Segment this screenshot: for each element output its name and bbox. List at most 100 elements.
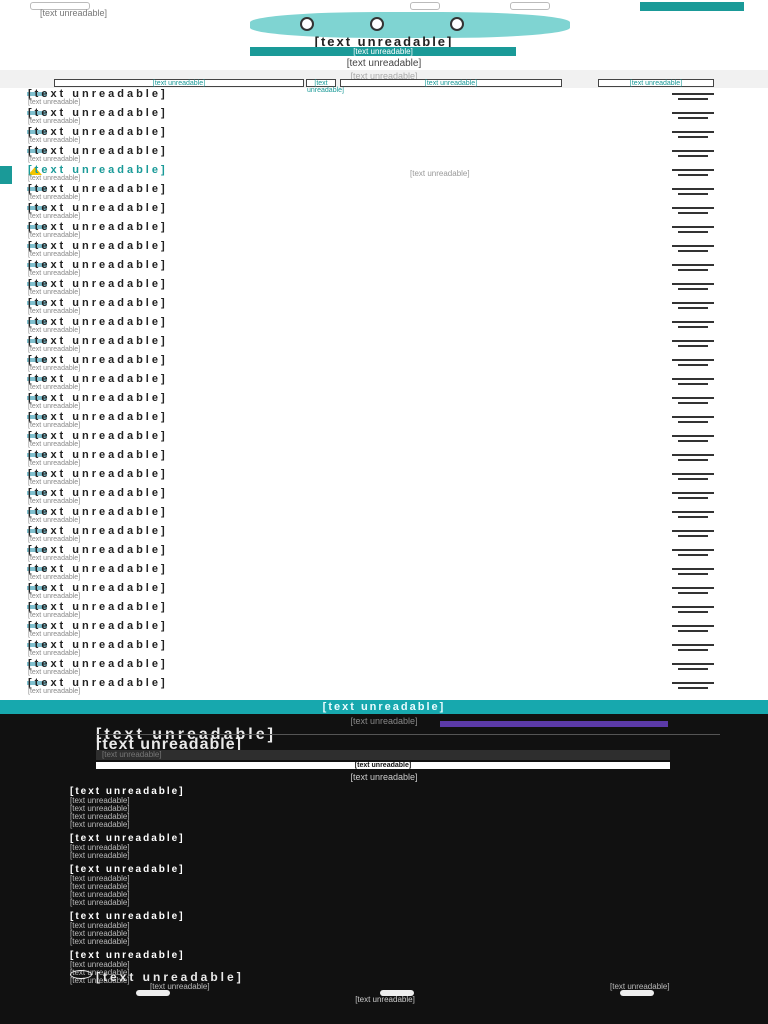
add-to-cart-icon[interactable] bbox=[672, 530, 714, 539]
add-to-cart-icon[interactable] bbox=[672, 302, 714, 311]
add-to-cart-icon[interactable] bbox=[672, 378, 714, 387]
add-to-cart-icon[interactable] bbox=[672, 549, 714, 558]
add-to-cart-icon[interactable] bbox=[672, 188, 714, 197]
email-input[interactable]: [text unreadable] bbox=[96, 750, 670, 760]
add-to-cart-icon[interactable] bbox=[672, 359, 714, 368]
domain-result-row[interactable]: [text unreadable] [text unreadable] bbox=[0, 430, 768, 449]
add-to-cart-icon[interactable] bbox=[672, 568, 714, 577]
domain-name[interactable]: [text unreadable] bbox=[28, 202, 168, 214]
domain-name[interactable]: [text unreadable] bbox=[28, 183, 168, 195]
domain-result-row[interactable]: [text unreadable] [text unreadable] bbox=[0, 582, 768, 601]
domain-result-row[interactable]: [text unreadable] [text unreadable] bbox=[0, 373, 768, 392]
add-to-cart-icon[interactable] bbox=[672, 435, 714, 444]
domain-name[interactable]: [text unreadable] bbox=[28, 107, 168, 119]
domain-result-row[interactable]: [text unreadable] [text unreadable] bbox=[0, 525, 768, 544]
add-to-cart-icon[interactable] bbox=[672, 131, 714, 140]
domain-name[interactable]: [text unreadable] bbox=[28, 240, 168, 252]
domain-result-row[interactable]: [text unreadable] [text unreadable] bbox=[0, 183, 768, 202]
tab-2[interactable] bbox=[410, 2, 440, 10]
help-bar[interactable]: [text unreadable] bbox=[0, 700, 768, 714]
domain-name[interactable]: [text unreadable] bbox=[28, 430, 168, 442]
signup-button[interactable]: [text unreadable] bbox=[96, 762, 670, 769]
domain-name[interactable]: [text unreadable] bbox=[28, 468, 168, 480]
domain-result-row[interactable]: [text unreadable] [text unreadable] bbox=[0, 278, 768, 297]
domain-result-row[interactable]: [text unreadable] [text unreadable] bbox=[0, 544, 768, 563]
footer-link[interactable]: [text unreadable] bbox=[70, 821, 430, 829]
domain-result-row[interactable]: [text unreadable] [text unreadable] bbox=[0, 449, 768, 468]
domain-result-row[interactable]: [text unreadable] [text unreadable] [text … bbox=[0, 164, 768, 183]
add-to-cart-icon[interactable] bbox=[672, 492, 714, 501]
add-to-cart-icon[interactable] bbox=[672, 644, 714, 653]
add-to-cart-icon[interactable] bbox=[672, 321, 714, 330]
footer-link[interactable]: [text unreadable] bbox=[70, 938, 430, 946]
domain-result-row[interactable]: [text unreadable] [text unreadable] bbox=[0, 240, 768, 259]
domain-result-row[interactable]: [text unreadable] [text unreadable] bbox=[0, 677, 768, 696]
domain-name[interactable]: [text unreadable] bbox=[28, 297, 168, 309]
domain-name[interactable]: [text unreadable] bbox=[28, 449, 168, 461]
domain-result-row[interactable]: [text unreadable] [text unreadable] bbox=[0, 297, 768, 316]
domain-result-row[interactable]: [text unreadable] [text unreadable] bbox=[0, 107, 768, 126]
domain-result-row[interactable]: [text unreadable] [text unreadable] bbox=[0, 658, 768, 677]
add-to-cart-icon[interactable] bbox=[672, 473, 714, 482]
add-to-cart-icon[interactable] bbox=[672, 454, 714, 463]
domain-name[interactable]: [text unreadable] bbox=[28, 354, 168, 366]
add-to-cart-icon[interactable] bbox=[672, 587, 714, 596]
domain-name[interactable]: [text unreadable] bbox=[28, 145, 168, 157]
domain-name[interactable]: [text unreadable] bbox=[28, 582, 168, 594]
domain-name[interactable]: [text unreadable] bbox=[28, 259, 168, 271]
footer-link[interactable]: [text unreadable] bbox=[70, 852, 430, 860]
domain-result-row[interactable]: [text unreadable] [text unreadable] bbox=[0, 468, 768, 487]
add-to-cart-icon[interactable] bbox=[672, 682, 714, 691]
add-to-cart-icon[interactable] bbox=[672, 93, 714, 102]
domain-name[interactable]: [text unreadable] bbox=[28, 392, 168, 404]
add-to-cart-icon[interactable] bbox=[672, 226, 714, 235]
domain-result-row[interactable]: [text unreadable] [text unreadable] bbox=[0, 411, 768, 430]
domain-result-row[interactable]: [text unreadable] [text unreadable] bbox=[0, 145, 768, 164]
domain-result-row[interactable]: [text unreadable] [text unreadable] bbox=[0, 335, 768, 354]
domain-result-row[interactable]: [text unreadable] [text unreadable] bbox=[0, 221, 768, 240]
add-to-cart-button[interactable]: [text unreadable] bbox=[250, 47, 516, 56]
add-to-cart-icon[interactable] bbox=[672, 663, 714, 672]
add-to-cart-icon[interactable] bbox=[672, 340, 714, 349]
add-to-cart-icon[interactable] bbox=[672, 150, 714, 159]
domain-result-row[interactable]: [text unreadable] [text unreadable] bbox=[0, 126, 768, 145]
domain-name[interactable]: [text unreadable] bbox=[28, 658, 168, 670]
add-to-cart-icon[interactable] bbox=[672, 283, 714, 292]
domain-result-row[interactable]: [text unreadable] [text unreadable] bbox=[0, 506, 768, 525]
domain-name[interactable]: [text unreadable] bbox=[28, 221, 168, 233]
filter-button-3[interactable]: [text unreadable] bbox=[340, 79, 562, 87]
add-to-cart-icon[interactable] bbox=[672, 264, 714, 273]
guides-badge[interactable] bbox=[440, 721, 668, 727]
domain-name[interactable]: [text unreadable] bbox=[28, 544, 168, 556]
tab-3[interactable] bbox=[510, 2, 550, 10]
domain-name[interactable]: [text unreadable] bbox=[28, 88, 168, 100]
domain-name[interactable]: [text unreadable] bbox=[28, 639, 168, 651]
domain-result-row[interactable]: [text unreadable] [text unreadable] bbox=[0, 620, 768, 639]
add-to-cart-icon[interactable] bbox=[672, 606, 714, 615]
domain-result-row[interactable]: [text unreadable] [text unreadable] bbox=[0, 88, 768, 107]
domain-result-row[interactable]: [text unreadable] [text unreadable] bbox=[0, 354, 768, 373]
domain-result-row[interactable]: [text unreadable] [text unreadable] bbox=[0, 487, 768, 506]
domain-name[interactable]: [text unreadable] bbox=[28, 677, 168, 689]
footer-link[interactable]: [text unreadable] bbox=[70, 899, 430, 907]
domain-result-row[interactable]: [text unreadable] [text unreadable] bbox=[0, 601, 768, 620]
add-to-cart-icon[interactable] bbox=[672, 112, 714, 121]
add-to-cart-icon[interactable] bbox=[672, 397, 714, 406]
domain-result-row[interactable]: [text unreadable] [text unreadable] bbox=[0, 316, 768, 335]
filter-button-2[interactable]: [text unreadable] bbox=[306, 79, 344, 94]
domain-name[interactable]: [text unreadable] bbox=[28, 335, 168, 347]
filter-button-4[interactable]: [text unreadable] bbox=[598, 79, 714, 87]
domain-name[interactable]: [text unreadable] bbox=[28, 620, 168, 632]
domain-name[interactable]: [text unreadable] bbox=[28, 316, 168, 328]
add-to-cart-icon[interactable] bbox=[672, 511, 714, 520]
filter-button-1[interactable]: [text unreadable] bbox=[54, 79, 304, 87]
domain-name[interactable]: [text unreadable] bbox=[28, 373, 168, 385]
add-to-cart-icon[interactable] bbox=[672, 416, 714, 425]
account-button[interactable] bbox=[640, 2, 744, 11]
add-to-cart-icon[interactable] bbox=[672, 169, 714, 178]
domain-name[interactable]: [text unreadable] bbox=[28, 563, 168, 575]
domain-name[interactable]: [text unreadable] bbox=[28, 411, 168, 423]
add-to-cart-icon[interactable] bbox=[672, 625, 714, 634]
domain-result-row[interactable]: [text unreadable] [text unreadable] bbox=[0, 202, 768, 221]
domain-result-row[interactable]: [text unreadable] [text unreadable] bbox=[0, 392, 768, 411]
